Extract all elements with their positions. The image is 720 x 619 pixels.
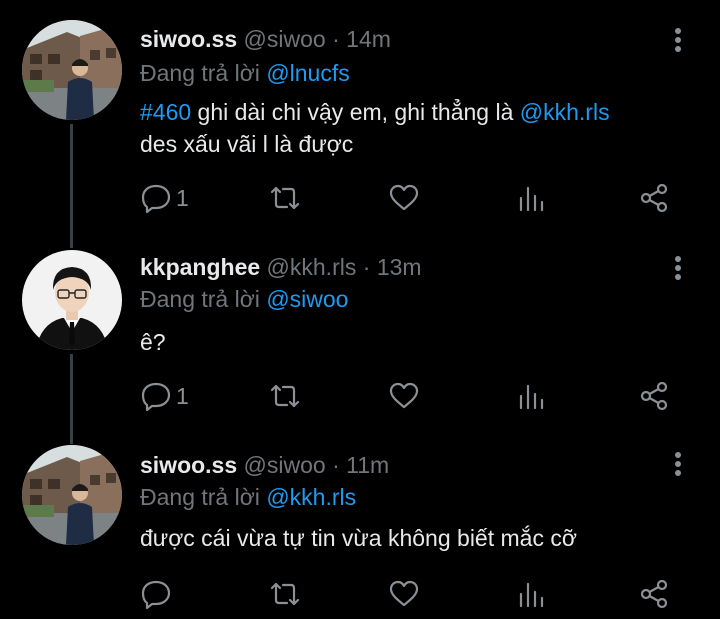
share-button[interactable] [638, 180, 670, 216]
reply-icon [141, 580, 171, 610]
tweet-text: ê? [140, 329, 166, 355]
share-icon [640, 381, 668, 411]
reply-button[interactable]: 1 [140, 378, 189, 414]
tweet-text-segment: ghi dài chi vậy em, ghi thẳng là [191, 99, 520, 125]
reply-count: 1 [176, 184, 189, 211]
tweet-header: siwoo.ss @siwoo · 11m [140, 452, 389, 479]
analytics-button[interactable] [516, 576, 546, 612]
share-icon [640, 579, 668, 609]
retweet-icon [270, 582, 300, 606]
tweet-text: #460 ghi dài chi vậy em, ghi thẳng là @k… [140, 96, 700, 160]
tweet-text-segment: des xấu vãi l là được [140, 131, 354, 157]
reply-button[interactable]: 1 [140, 180, 189, 216]
hashtag-link[interactable]: #460 [140, 99, 191, 125]
more-icon[interactable] [672, 256, 684, 283]
share-icon [640, 183, 668, 213]
like-icon [389, 184, 419, 211]
tweet-actions: 1 [140, 180, 680, 216]
user-handle[interactable]: @siwoo [244, 452, 326, 478]
share-button[interactable] [638, 378, 670, 414]
tweet-actions [140, 576, 680, 612]
display-name[interactable]: siwoo.ss [140, 26, 237, 52]
analytics-icon [519, 384, 544, 410]
user-handle[interactable]: @kkh.rls [267, 254, 357, 280]
avatar[interactable] [22, 250, 122, 350]
retweet-icon [270, 186, 300, 210]
replying-to-label: Đang trả lời [140, 60, 260, 86]
like-button[interactable] [388, 378, 420, 414]
retweet-button[interactable] [268, 180, 302, 216]
timestamp[interactable]: 11m [346, 452, 389, 478]
display-name[interactable]: kkpanghee [140, 254, 260, 280]
reply-icon [141, 184, 171, 214]
share-button[interactable] [638, 576, 670, 612]
separator: · [362, 254, 371, 280]
reply-button[interactable] [140, 576, 176, 612]
replying-to-label: Đang trả lời [140, 484, 260, 510]
analytics-button[interactable] [516, 378, 546, 414]
tweet-actions: 1 [140, 378, 680, 414]
replying-to: Đang trả lời @siwoo [140, 286, 348, 313]
tweet-text: được cái vừa tự tin vừa không biết mắc c… [140, 525, 577, 551]
replying-to: Đang trả lời @lnucfs [140, 60, 350, 87]
mention-link[interactable]: @lnucfs [266, 60, 349, 86]
replying-to: Đang trả lời @kkh.rls [140, 484, 356, 511]
analytics-button[interactable] [516, 180, 546, 216]
retweet-icon [270, 384, 300, 408]
like-icon [389, 580, 419, 607]
timestamp[interactable]: 14m [346, 26, 391, 52]
reply-icon [141, 382, 171, 412]
analytics-icon [519, 186, 544, 212]
separator: · [332, 26, 340, 52]
replying-to-label: Đang trả lời [140, 286, 260, 312]
display-name[interactable]: siwoo.ss [140, 452, 237, 478]
avatar[interactable] [22, 445, 122, 545]
separator: · [332, 452, 340, 478]
like-icon [389, 382, 419, 409]
reply-count: 1 [176, 382, 189, 409]
retweet-button[interactable] [268, 378, 302, 414]
mention-link[interactable]: @siwoo [266, 286, 348, 312]
tweet[interactable]: kkpanghee @kkh.rls · 13m Đang trả lời @s… [0, 230, 720, 430]
tweet[interactable]: siwoo.ss @siwoo · 11m Đang trả lời @kkh.… [0, 430, 720, 619]
retweet-button[interactable] [268, 576, 302, 612]
more-icon[interactable] [672, 28, 684, 55]
tweet-header: kkpanghee @kkh.rls · 13m [140, 254, 422, 281]
timestamp[interactable]: 13m [377, 254, 422, 280]
more-icon[interactable] [672, 452, 684, 479]
like-button[interactable] [388, 180, 420, 216]
analytics-icon [519, 582, 544, 608]
like-button[interactable] [388, 576, 420, 612]
tweet-header: siwoo.ss @siwoo · 14m [140, 26, 391, 53]
mention-link[interactable]: @kkh.rls [266, 484, 356, 510]
tweet[interactable]: siwoo.ss @siwoo · 14m Đang trả lời @lnuc… [0, 0, 720, 230]
user-handle[interactable]: @siwoo [244, 26, 326, 52]
mention-link[interactable]: @kkh.rls [520, 99, 610, 125]
avatar[interactable] [22, 20, 122, 120]
